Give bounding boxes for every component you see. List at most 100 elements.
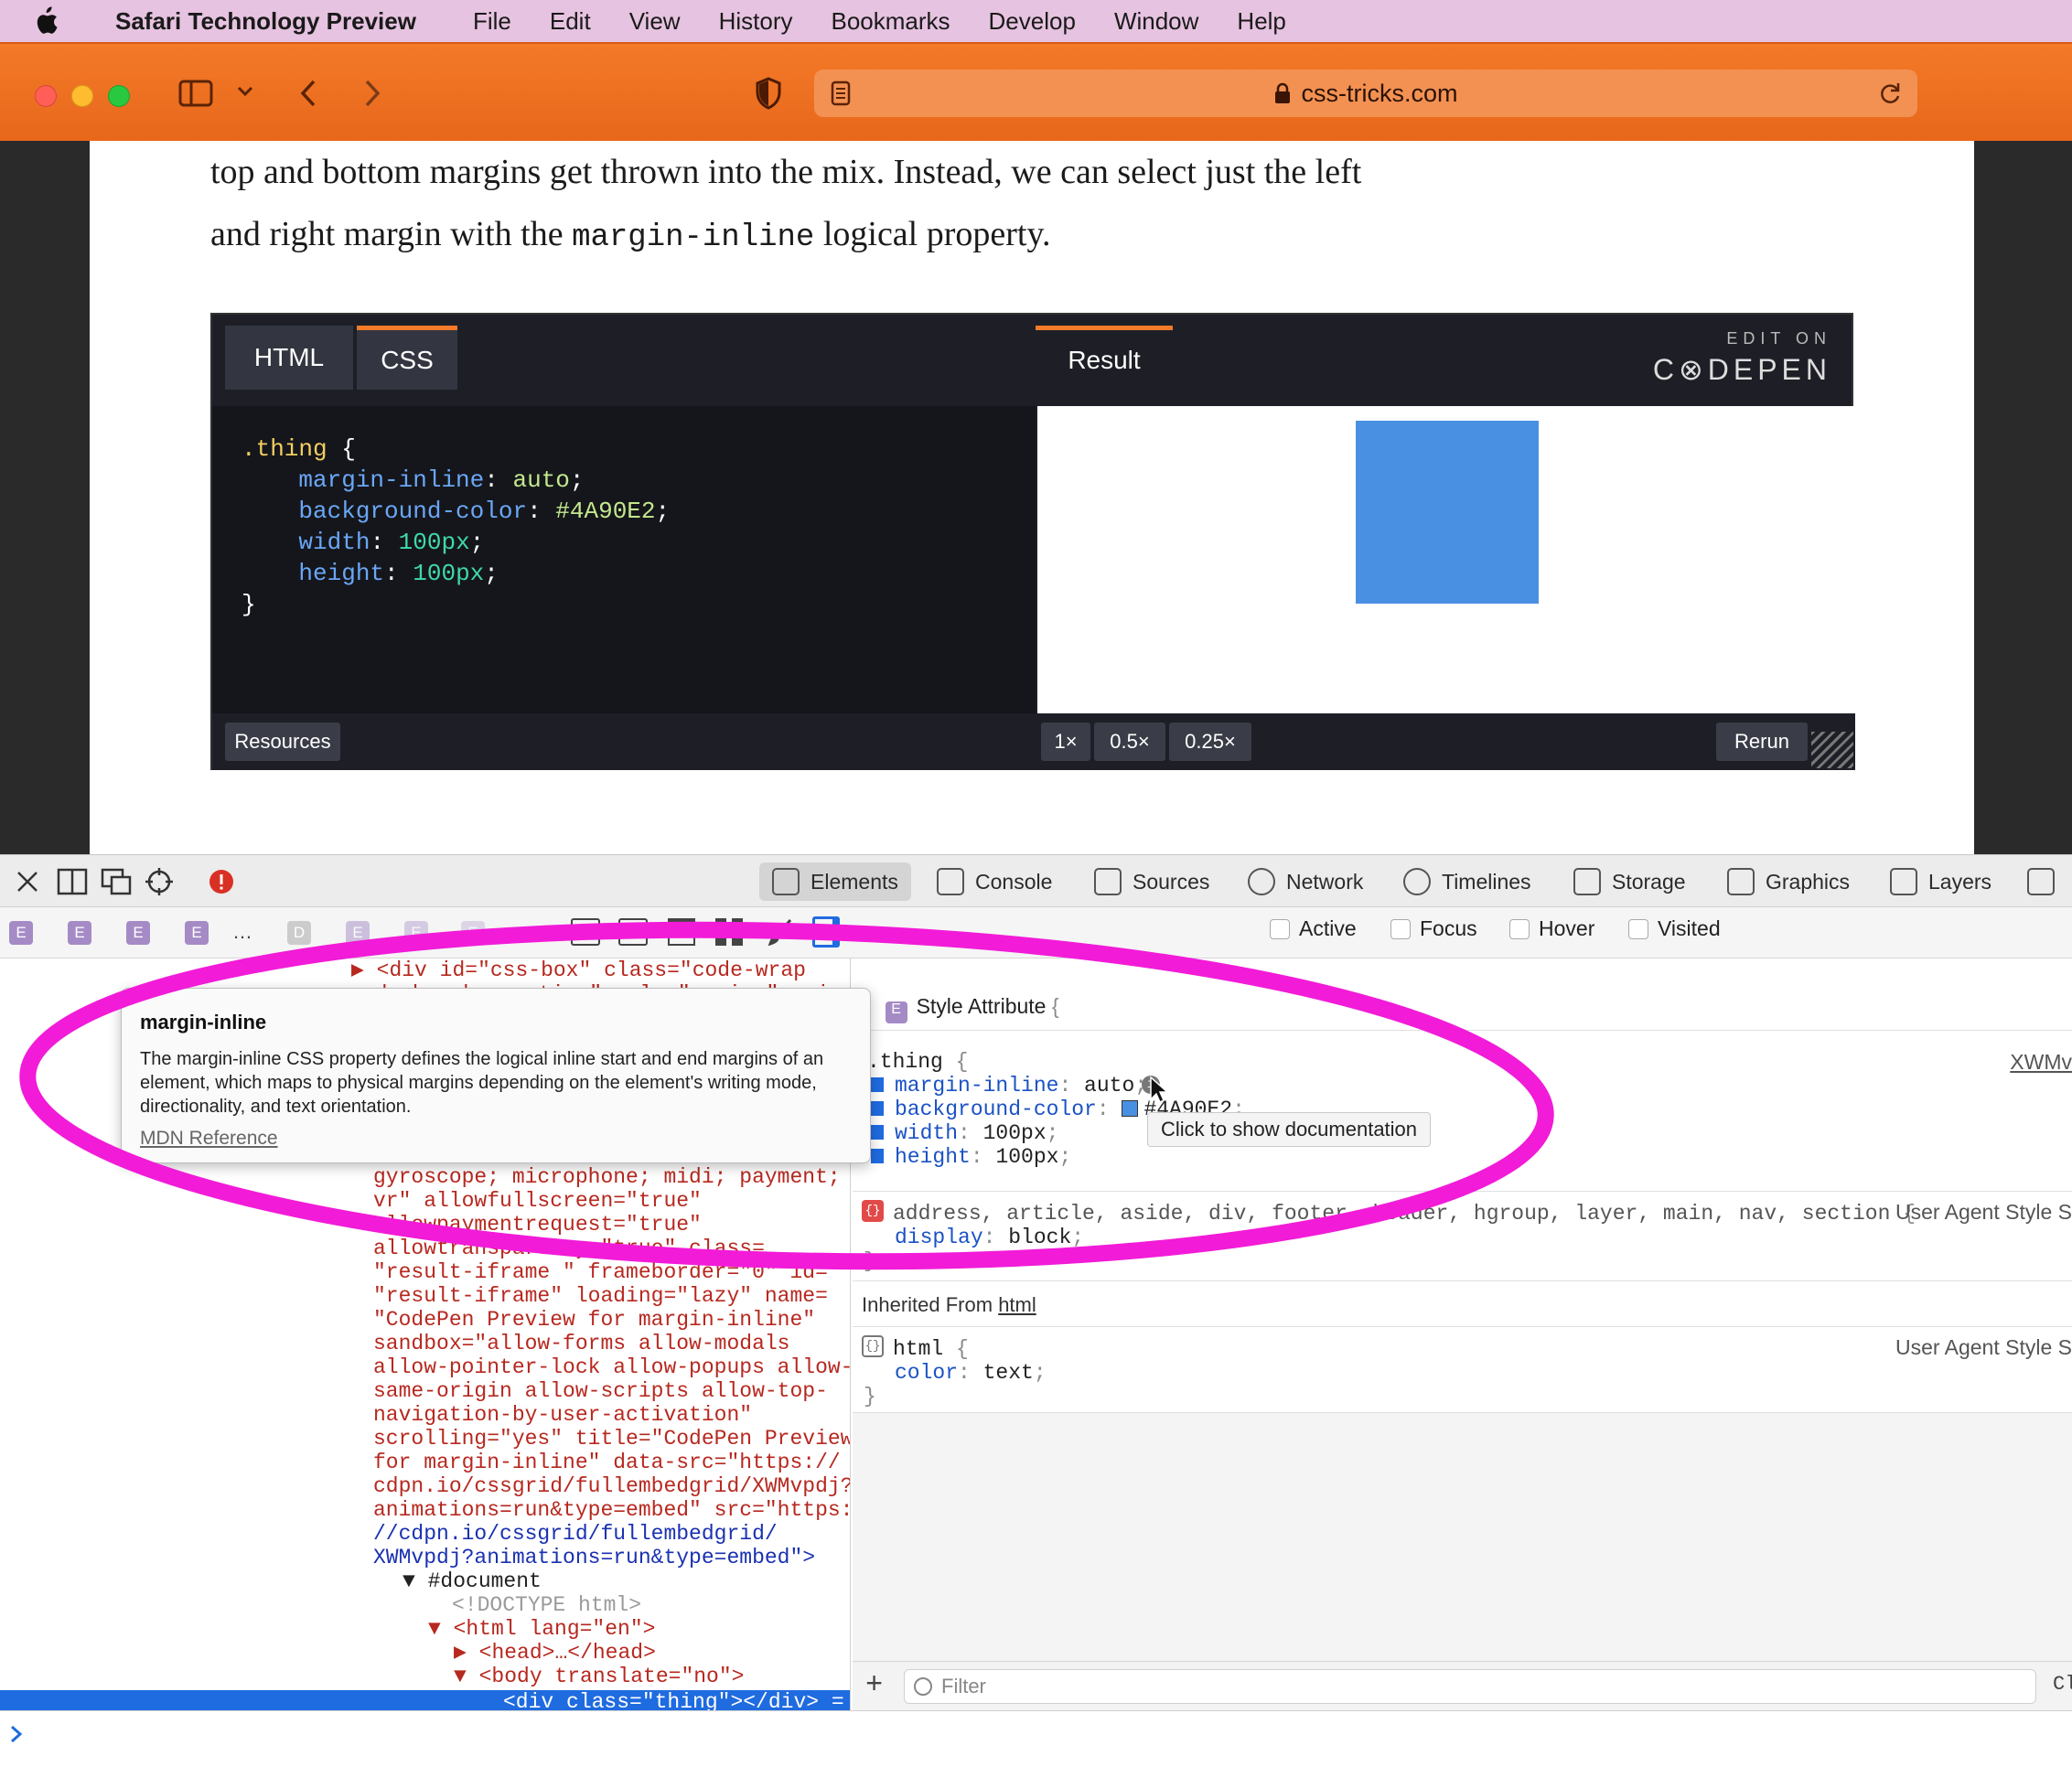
more-tabs-icon[interactable] — [2027, 862, 2066, 901]
pseudo-visited-checkbox[interactable]: Visited — [1628, 916, 1721, 941]
breadcrumb-element-icon[interactable]: E — [461, 921, 485, 945]
css-declaration[interactable]: height: 100px; — [895, 1145, 1071, 1169]
tab-css[interactable]: CSS — [357, 326, 457, 390]
menu-bookmarks[interactable]: Bookmarks — [831, 7, 950, 36]
color-swatch[interactable] — [1122, 1100, 1139, 1117]
layout-icon[interactable] — [571, 918, 600, 946]
classes-toggle[interactable]: Cl — [2053, 1673, 2072, 1696]
add-rule-icon[interactable]: + — [865, 1671, 883, 1700]
dom-line[interactable]: for margin-inline" data-src="https:// — [373, 1451, 841, 1474]
pseudo-hover-checkbox[interactable]: Hover — [1509, 916, 1594, 941]
breadcrumb-document-icon[interactable]: D — [287, 921, 311, 945]
dom-line[interactable]: animations=run&type=embed" src="https: — [373, 1498, 850, 1522]
dom-line[interactable]: vr" allowfullscreen="true" — [373, 1189, 702, 1213]
tab-timelines[interactable]: Timelines — [1403, 862, 1531, 901]
pseudo-focus-checkbox[interactable]: Focus — [1390, 916, 1477, 941]
dom-line[interactable]: ▶ <head>…</head> — [454, 1641, 656, 1665]
menu-develop[interactable]: Develop — [989, 7, 1076, 36]
resources-button[interactable]: Resources — [225, 723, 340, 761]
rule-selector[interactable]: .thing { — [867, 1050, 968, 1074]
brush-icon[interactable] — [767, 918, 794, 947]
dom-line[interactable]: same-origin allow-scripts allow-top- — [373, 1379, 828, 1403]
privacy-shield-icon[interactable] — [752, 75, 785, 112]
breadcrumb-element-icon[interactable]: E — [404, 921, 428, 945]
close-window-button[interactable] — [35, 85, 57, 107]
dom-line[interactable]: allowpaymentrequest="true" — [373, 1213, 702, 1237]
menu-view[interactable]: View — [629, 7, 681, 36]
dom-line[interactable]: XWMvpdj?animations=run&type=embed"> — [373, 1546, 815, 1569]
html-rule-selector[interactable]: html { — [893, 1337, 969, 1361]
error-icon[interactable] — [209, 862, 234, 901]
tab-html[interactable]: HTML — [225, 326, 353, 390]
breadcrumb-element-icon[interactable]: E — [346, 921, 370, 945]
css-code-editor[interactable]: .thing { margin-inline: auto; background… — [212, 406, 1036, 713]
dom-line[interactable]: cdpn.io/cssgrid/fullembedgrid/XWMvpdj? — [373, 1474, 850, 1498]
zoom-05x-button[interactable]: 0.5× — [1094, 723, 1165, 761]
dom-line[interactable]: allowtransparency="true" class= — [373, 1237, 765, 1260]
back-icon[interactable] — [295, 75, 322, 112]
address-bar[interactable]: css-tricks.com — [814, 70, 1917, 117]
dom-line[interactable]: scrolling="yes" title="CodePen Preview — [373, 1427, 850, 1451]
inspect-element-icon[interactable] — [145, 862, 174, 901]
window-icon[interactable] — [668, 918, 695, 946]
resize-handle[interactable] — [1811, 732, 1853, 768]
dom-line[interactable]: //cdpn.io/cssgrid/fullembedgrid/ — [373, 1522, 778, 1546]
dom-line[interactable]: sandbox="allow-forms allow-modals — [373, 1332, 789, 1355]
console-prompt[interactable] — [0, 1710, 2072, 1767]
breadcrumb-element-icon[interactable]: E — [68, 921, 91, 945]
details-sidebar-icon[interactable] — [812, 916, 840, 948]
menu-help[interactable]: Help — [1237, 7, 1285, 36]
device-mode-icon[interactable] — [101, 862, 132, 901]
rerun-button[interactable]: Rerun — [1716, 723, 1808, 761]
edit-on-codepen-link[interactable]: EDIT ON C⊗DEPEN — [1653, 329, 1831, 387]
css-declaration[interactable]: display: block; — [895, 1226, 1084, 1249]
css-declaration[interactable]: width: 100px; — [895, 1121, 1058, 1145]
minimize-window-button[interactable] — [71, 85, 93, 107]
dom-line[interactable]: gyroscope; microphone; midi; payment; — [373, 1165, 841, 1189]
menu-window[interactable]: Window — [1114, 7, 1198, 36]
tab-network[interactable]: Network — [1248, 862, 1363, 901]
inherited-link[interactable]: html — [998, 1293, 1036, 1316]
tab-sources[interactable]: Sources — [1094, 862, 1209, 901]
styles-filter-input[interactable]: Filter — [904, 1669, 2036, 1704]
breadcrumb-element-icon[interactable]: E — [126, 921, 150, 945]
mdn-reference-link[interactable]: MDN Reference — [140, 1128, 850, 1150]
rule-source-link[interactable]: XWMv — [2010, 1050, 2072, 1075]
tab-graphics[interactable]: Graphics — [1727, 862, 1850, 901]
close-icon[interactable] — [15, 862, 40, 901]
breadcrumb-element-icon[interactable]: E — [9, 921, 33, 945]
forward-icon[interactable] — [359, 75, 386, 112]
reload-icon[interactable] — [1875, 79, 1905, 108]
grid-icon[interactable] — [715, 918, 743, 946]
dom-line[interactable]: ▼ #document — [403, 1569, 542, 1593]
dom-line[interactable]: "result-iframe" loading="lazy" name= — [373, 1284, 828, 1308]
print-icon[interactable] — [618, 918, 648, 946]
dom-line[interactable]: ▼ <html lang="en"> — [428, 1617, 655, 1641]
tab-storage[interactable]: Storage — [1573, 862, 1686, 901]
css-declaration[interactable]: margin-inline: auto; — [895, 1074, 1147, 1098]
pseudo-active-checkbox[interactable]: Active — [1270, 916, 1357, 941]
tab-console[interactable]: Console — [937, 862, 1052, 901]
chevron-down-icon[interactable] — [234, 80, 256, 102]
declaration-checkboxes[interactable] — [871, 1077, 884, 1169]
dom-line[interactable]: navigation-by-user-activation" — [373, 1403, 752, 1427]
menu-history[interactable]: History — [719, 7, 793, 36]
menu-file[interactable]: File — [473, 7, 511, 36]
dom-line[interactable]: "CodePen Preview for margin-inline" — [373, 1308, 815, 1332]
dom-line[interactable]: ▼ <body translate="no"> — [454, 1665, 744, 1688]
menu-edit[interactable]: Edit — [550, 7, 591, 36]
selected-dom-node[interactable]: <div class="thing"></div> = $ — [0, 1690, 850, 1710]
dom-line[interactable]: <!DOCTYPE html> — [452, 1593, 641, 1617]
ua-rule-selector[interactable]: address, article, aside, div, footer, he… — [893, 1202, 1916, 1226]
sidebar-icon[interactable] — [177, 75, 214, 112]
tab-layers[interactable]: Layers — [1890, 862, 1991, 901]
breadcrumb-ellipsis[interactable]: … — [232, 920, 252, 944]
dom-line[interactable]: allow-pointer-lock allow-popups allow- — [373, 1355, 850, 1379]
zoom-window-button[interactable] — [108, 85, 130, 107]
zoom-1x-button[interactable]: 1× — [1041, 723, 1090, 761]
zoom-025x-button[interactable]: 0.25× — [1169, 723, 1251, 761]
dock-icon[interactable] — [57, 862, 88, 901]
css-declaration[interactable]: color: text; — [895, 1361, 1047, 1385]
tab-result[interactable]: Result — [1036, 326, 1173, 390]
breadcrumb-element-icon[interactable]: E — [185, 921, 209, 945]
